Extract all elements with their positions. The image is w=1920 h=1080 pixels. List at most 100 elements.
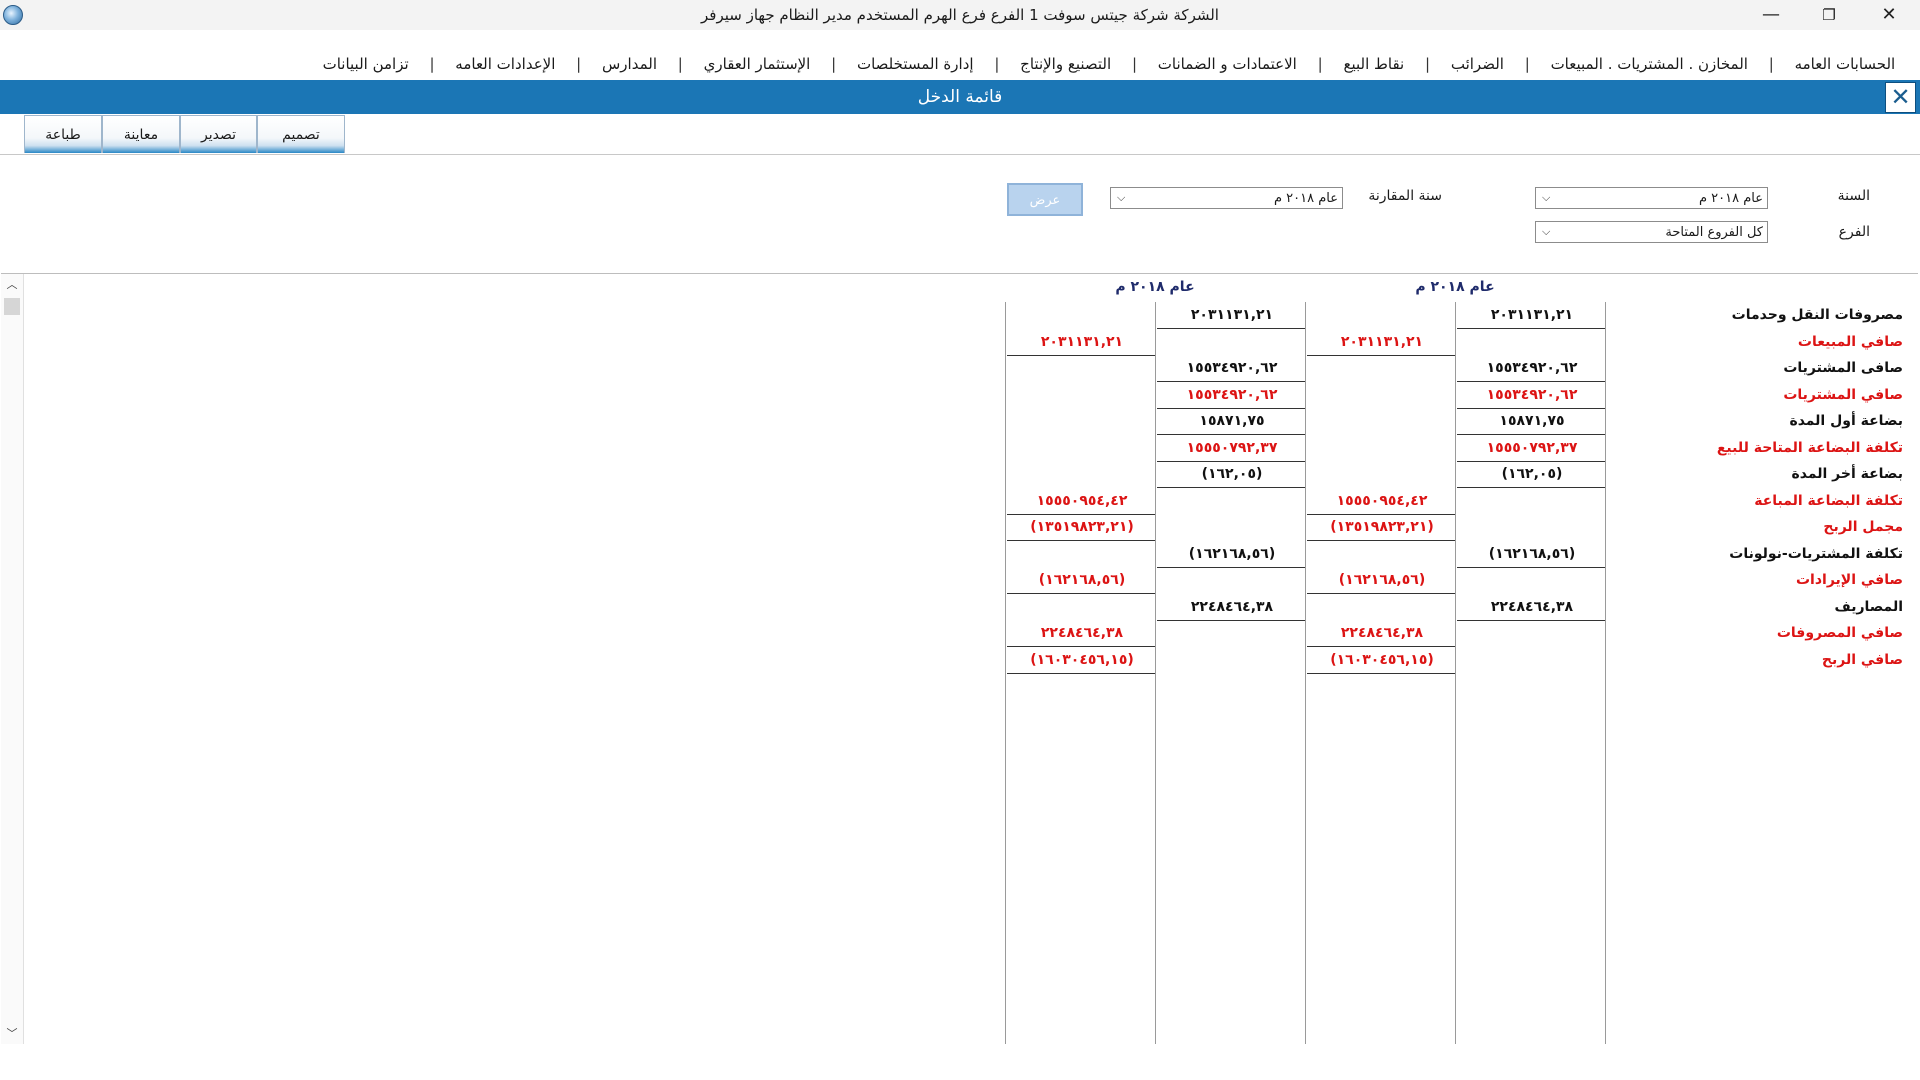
- menu-real-estate[interactable]: الإستثمار العقاري: [692, 50, 823, 78]
- cell-underline: [1157, 328, 1305, 329]
- chevron-down-icon: ⌵: [1542, 191, 1551, 204]
- year-select-value: عام ٢٠١٨ م: [1698, 191, 1763, 206]
- scroll-thumb[interactable]: [4, 298, 20, 315]
- cell-underline: [1307, 673, 1455, 674]
- report-cell: ٢٠٣١١٣١,٢١: [1490, 307, 1574, 323]
- cell-underline: [1307, 540, 1455, 541]
- comparison-year-select[interactable]: عام ٢٠١٨ م ⌵: [1110, 187, 1343, 209]
- cell-underline: [1157, 434, 1305, 435]
- column-header-year: عام ٢٠١٨ م: [1415, 279, 1495, 295]
- cell-underline: [1007, 540, 1155, 541]
- report-cell: ٢٢٤٨٤٦٤,٣٨: [1040, 625, 1124, 641]
- report-row-label: بضاعة أخر المدة: [1791, 466, 1903, 482]
- report-cell: ١٥٥٥٠٧٩٢,٣٧: [1186, 440, 1278, 456]
- report-cell: (١٣٥١٩٨٢٣,٢١): [1030, 519, 1134, 535]
- year-label: السنة: [1837, 188, 1870, 204]
- menu-credits-guarantees[interactable]: الاعتمادات و الضمانات: [1146, 50, 1309, 78]
- report-row-label: صافي المبيعات: [1797, 334, 1903, 350]
- menu-separator: |: [1131, 55, 1138, 73]
- menu-separator: |: [576, 55, 582, 73]
- chevron-down-icon: ⌵: [1117, 191, 1126, 204]
- main-menu: الحسابات العامه | المخازن . المشتريات . …: [0, 50, 1920, 78]
- report-row-label: صافي الربح: [1821, 652, 1903, 668]
- report-row-label: بضاعة أول المدة: [1789, 413, 1903, 429]
- column-divider: [1455, 302, 1456, 1044]
- comparison-year-label: سنة المقارنة: [1368, 188, 1442, 204]
- menu-separator: |: [1524, 55, 1530, 73]
- report-row-label: تكلفة المشتريات-نولونات: [1729, 546, 1903, 562]
- toolbar-divider: [0, 154, 1920, 155]
- menu-separator: |: [1317, 55, 1323, 73]
- menu-schools[interactable]: المدارس: [590, 50, 669, 78]
- menu-separator: |: [831, 55, 837, 73]
- cell-underline: [1157, 567, 1305, 568]
- report-cell: ١٥٥٥٠٩٥٤,٤٢: [1036, 493, 1128, 509]
- report-cell: ٢٢٤٨٤٦٤,٣٨: [1340, 625, 1424, 641]
- menu-separator: |: [994, 55, 1000, 73]
- cell-underline: [1157, 381, 1305, 382]
- menu-pos[interactable]: نقاط البيع: [1331, 50, 1416, 78]
- cell-underline: [1307, 355, 1455, 356]
- cell-underline: [1307, 646, 1455, 647]
- minimize-button[interactable]: —: [1748, 0, 1794, 30]
- cell-underline: [1457, 381, 1605, 382]
- preview-button[interactable]: معاينة: [102, 115, 180, 153]
- cell-underline: [1307, 593, 1455, 594]
- report-row-label: المصاريف: [1834, 599, 1903, 615]
- report-cell: (١٦٢١٦٨,٥٦): [1488, 546, 1576, 562]
- cell-underline: [1157, 620, 1305, 621]
- report-cell: ١٥٥٣٤٩٢٠,٦٢: [1186, 360, 1278, 376]
- branch-select[interactable]: كل الفروع المتاحة ⌵: [1535, 221, 1768, 243]
- chevron-down-icon[interactable]: ﹀: [1, 1025, 23, 1043]
- show-button[interactable]: عرض: [1007, 183, 1083, 216]
- cell-underline: [1007, 355, 1155, 356]
- menu-data-sync[interactable]: تزامن البيانات: [311, 50, 421, 78]
- menu-separator: |: [429, 55, 435, 73]
- year-select[interactable]: عام ٢٠١٨ م ⌵: [1535, 187, 1768, 209]
- chevron-down-icon: ⌵: [1542, 225, 1551, 238]
- menu-separator: |: [1425, 55, 1431, 73]
- report-cell: ٢٢٤٨٤٦٤,٣٨: [1190, 599, 1274, 615]
- report-row-label: تكلفة البضاعة المتاحة للبيع: [1716, 440, 1903, 456]
- cell-underline: [1007, 593, 1155, 594]
- report-row-label: صافي الإيرادات: [1795, 572, 1903, 588]
- close-window-button[interactable]: ✕: [1866, 0, 1912, 30]
- close-form-button[interactable]: ✕: [1885, 82, 1916, 113]
- report-cell: ١٥٨٧١,٧٥: [1499, 413, 1565, 429]
- report-cell: ١٥٥٥٠٩٥٤,٤٢: [1336, 493, 1428, 509]
- menu-extracts[interactable]: إدارة المستخلصات: [845, 50, 986, 78]
- menu-general-settings[interactable]: الإعدادات العامه: [443, 50, 567, 78]
- menu-inventory-purchases-sales[interactable]: المخازن . المشتريات . المبيعات: [1539, 50, 1760, 78]
- report-cell: ٢٠٣١١٣١,٢١: [1340, 334, 1424, 350]
- vertical-scrollbar[interactable]: [1, 274, 24, 1044]
- branch-select-value: كل الفروع المتاحة: [1665, 225, 1763, 240]
- cell-underline: [1457, 620, 1605, 621]
- report-row-label: صافي المشتريات: [1783, 387, 1903, 403]
- report-cell: (١٦٢١٦٨,٥٦): [1038, 572, 1126, 588]
- menu-separator: |: [677, 55, 683, 73]
- column-divider: [1155, 302, 1156, 1044]
- report-cell: (١٦٠٣٠٤٥٦,١٥): [1330, 652, 1434, 668]
- report-cell: (١٦٢,٠٥): [1201, 466, 1263, 482]
- comparison-year-value: عام ٢٠١٨ م: [1273, 191, 1338, 206]
- report-row-label: مصروفات النقل وحدمات: [1731, 307, 1903, 323]
- cell-underline: [1457, 434, 1605, 435]
- menu-taxes[interactable]: الضرائب: [1439, 50, 1516, 78]
- menu-manufacturing[interactable]: التصنيع والإنتاج: [1008, 50, 1123, 78]
- print-button[interactable]: طباعة: [24, 115, 102, 153]
- cell-underline: [1457, 328, 1605, 329]
- cell-underline: [1457, 567, 1605, 568]
- report-cell: (١٦٢١٦٨,٥٦): [1338, 572, 1426, 588]
- report-cell: ١٥٨٧١,٧٥: [1199, 413, 1265, 429]
- design-button[interactable]: تصميم: [257, 115, 345, 153]
- menu-general-accounts[interactable]: الحسابات العامه: [1783, 50, 1908, 78]
- export-button[interactable]: تصدير: [180, 115, 257, 153]
- column-header-comparison-year: عام ٢٠١٨ م: [1115, 279, 1195, 295]
- maximize-button[interactable]: ❐: [1806, 0, 1852, 30]
- report-cell: ١٥٥٥٠٧٩٢,٣٧: [1486, 440, 1578, 456]
- report-row-label: تكلفة البضاعة المباعة: [1754, 493, 1903, 509]
- chevron-up-icon[interactable]: ︿: [1, 276, 23, 294]
- column-divider: [1005, 302, 1006, 1044]
- form-title: قائمة الدخل: [917, 87, 1003, 107]
- report-cell: (١٦٢,٠٥): [1501, 466, 1563, 482]
